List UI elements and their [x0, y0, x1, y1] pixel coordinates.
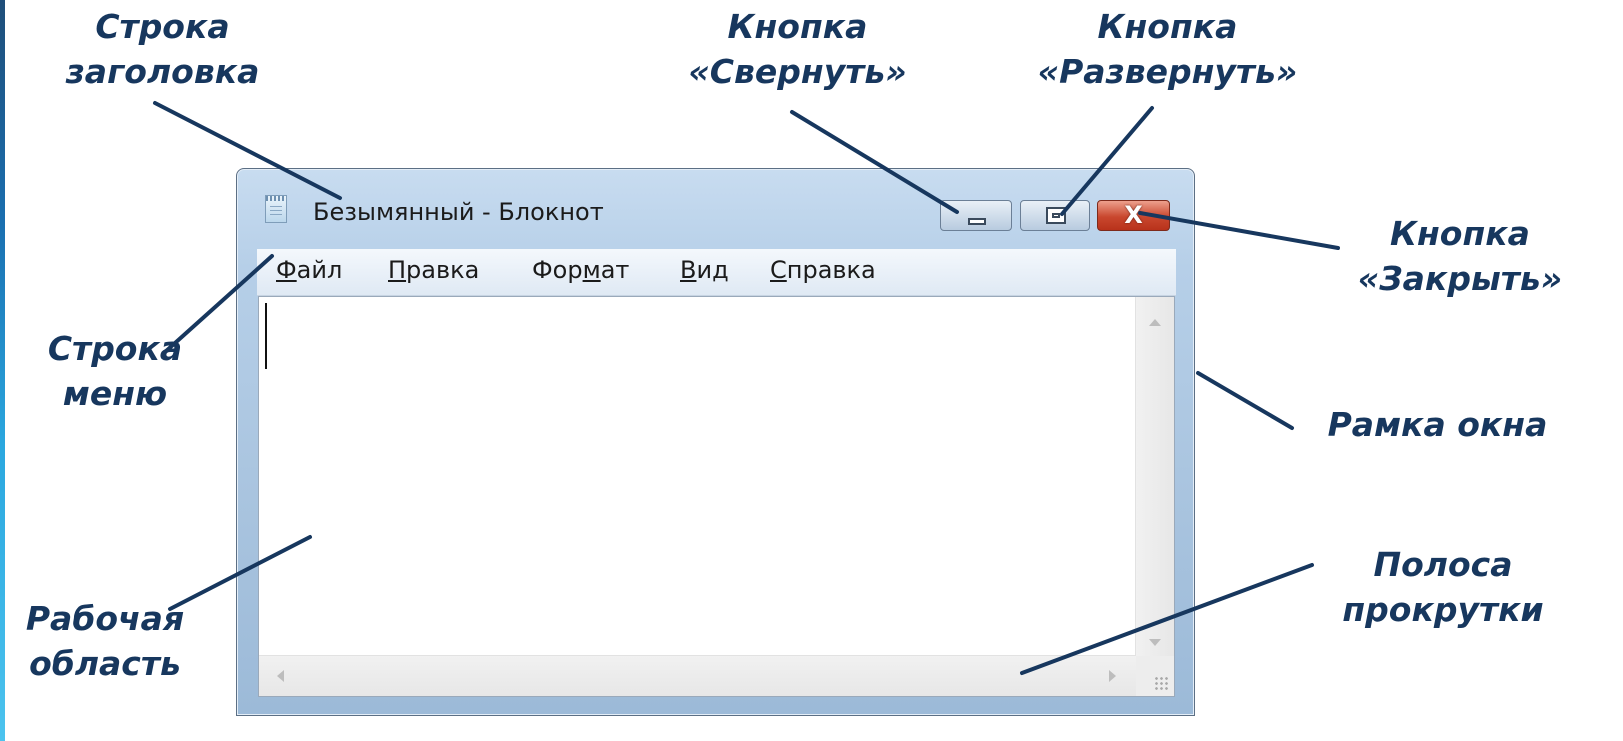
leader-maximize — [1060, 106, 1154, 216]
leader-lines — [153, 101, 1340, 675]
leader-minimize — [790, 110, 959, 214]
leader-workspace — [168, 535, 312, 611]
leader-close — [1138, 211, 1340, 250]
leader-title-bar — [153, 101, 342, 200]
leader-menu-bar — [163, 254, 274, 354]
leader-window-frame — [1196, 371, 1294, 430]
leader-scrollbar — [1020, 563, 1314, 675]
